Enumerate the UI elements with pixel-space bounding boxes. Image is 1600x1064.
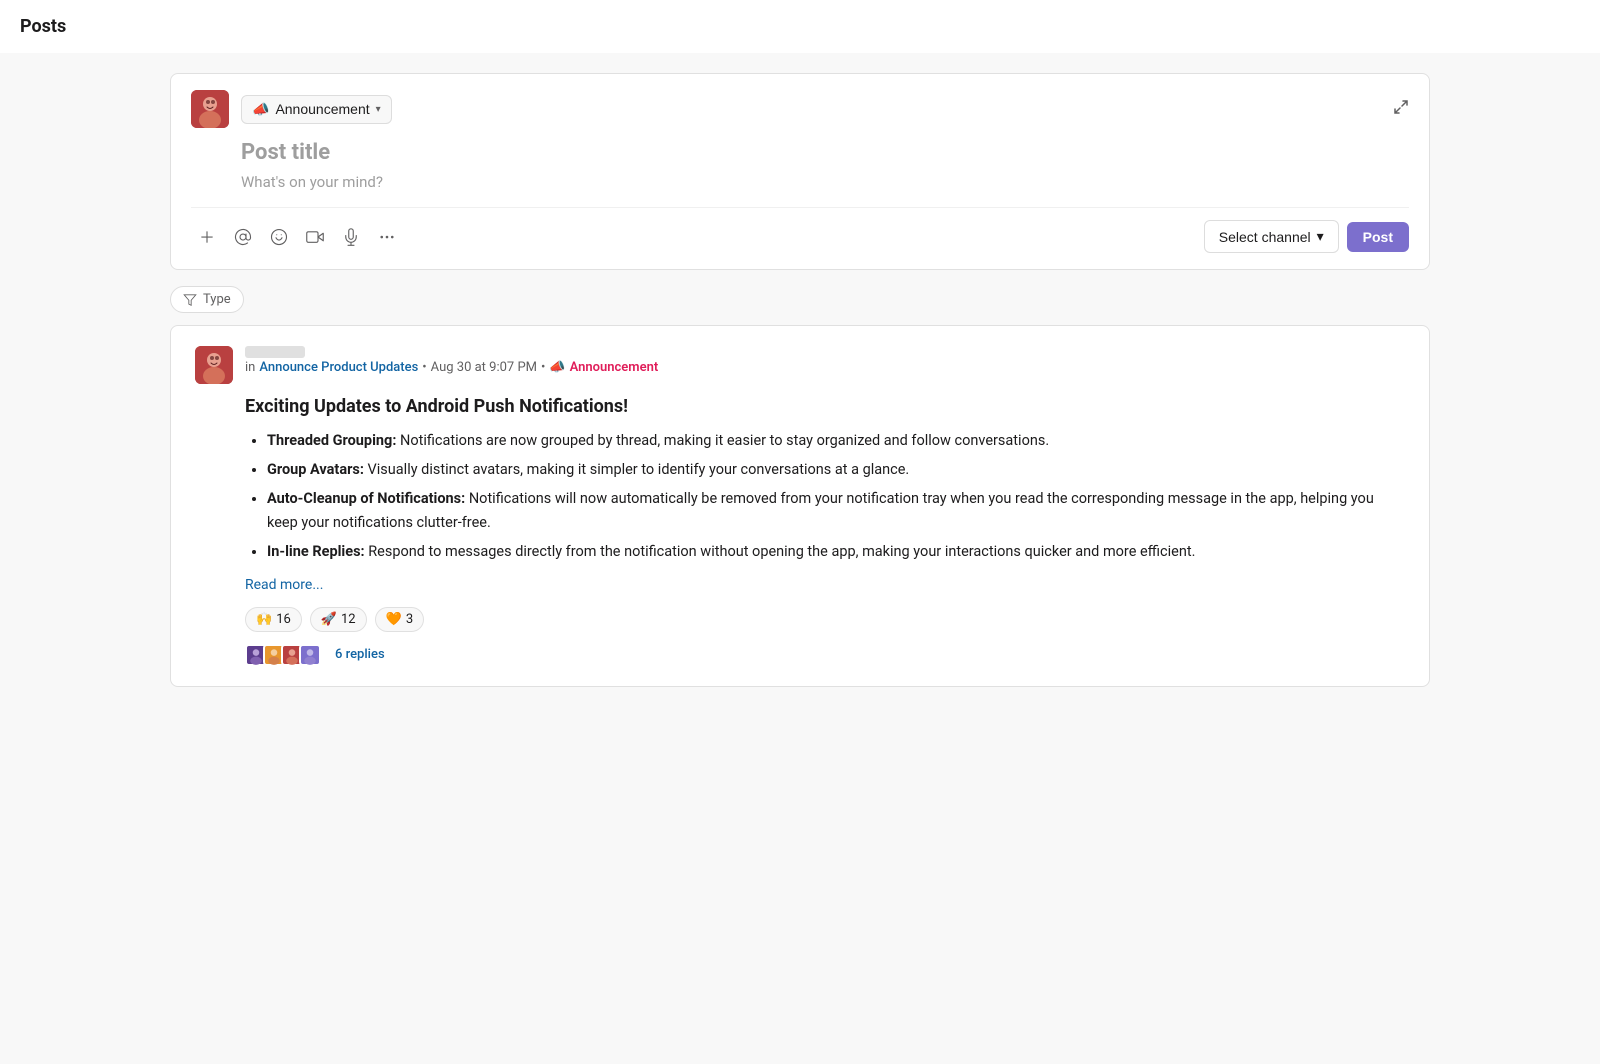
bullet-bold-2: Group Avatars:: [267, 461, 364, 478]
list-item: Group Avatars: Visually distinct avatars…: [267, 458, 1405, 481]
bullet-text-1: Notifications are now grouped by thread,…: [400, 432, 1049, 449]
page-title: Posts: [0, 0, 1600, 53]
bullet-bold-4: In-line Replies:: [267, 543, 365, 560]
channel-name: Announcement: [275, 101, 369, 117]
reply-avatars: [245, 644, 321, 666]
list-item: Threaded Grouping: Notifications are now…: [267, 429, 1405, 452]
bullet-bold-3: Auto-Cleanup of Notifications:: [267, 490, 465, 507]
post-type-emoji: 📣: [549, 360, 565, 375]
post-in-label: in: [245, 360, 255, 375]
post-separator: •: [422, 360, 426, 375]
replies-row[interactable]: 6 replies: [245, 644, 1405, 666]
bullet-text-2: Visually distinct avatars, making it sim…: [368, 461, 910, 478]
filter-row: Type: [170, 286, 1430, 313]
post-title-input[interactable]: Post title: [241, 140, 1409, 165]
more-icon[interactable]: [371, 221, 403, 253]
post-author-name: [245, 346, 305, 358]
post-card: in Announce Product Updates • Aug 30 at …: [170, 325, 1430, 687]
select-channel-label: Select channel: [1219, 229, 1311, 245]
select-channel-chevron-icon: ▾: [1317, 228, 1324, 245]
bullet-text-4: Respond to messages directly from the no…: [368, 543, 1195, 560]
post-body-input[interactable]: What's on your mind?: [241, 173, 1409, 191]
post-dot-separator: •: [541, 360, 545, 375]
reactions-row: 🙌 16 🚀 12 🧡 3: [245, 607, 1405, 632]
post-avatar: [195, 346, 233, 384]
compose-area: 📣 Announcement ▾ Post title What's on yo…: [170, 73, 1430, 270]
post-timestamp: Aug 30 at 9:07 PM: [431, 360, 537, 375]
channel-emoji: 📣: [252, 101, 269, 118]
compose-avatar: [191, 90, 229, 128]
reaction-pill-2[interactable]: 🚀 12: [310, 607, 367, 632]
reaction-pill-3[interactable]: 🧡 3: [375, 607, 425, 632]
reaction-count-1: 16: [276, 612, 291, 627]
channel-selector-button[interactable]: 📣 Announcement ▾: [241, 95, 392, 124]
reaction-count-3: 3: [406, 612, 413, 627]
read-more-link[interactable]: Read more...: [245, 577, 323, 593]
post-channel-link[interactable]: Announce Product Updates: [259, 360, 418, 375]
bullet-bold-1: Threaded Grouping:: [267, 432, 396, 449]
mention-icon[interactable]: [227, 221, 259, 253]
post-button[interactable]: Post: [1347, 222, 1409, 252]
reaction-pill-1[interactable]: 🙌 16: [245, 607, 302, 632]
post-headline: Exciting Updates to Android Push Notific…: [245, 396, 1405, 417]
video-icon[interactable]: [299, 221, 331, 253]
type-filter-label: Type: [203, 292, 231, 307]
filter-icon: [183, 293, 197, 307]
reaction-count-2: 12: [341, 612, 356, 627]
replies-count-label[interactable]: 6 replies: [335, 647, 385, 662]
select-channel-button[interactable]: Select channel ▾: [1204, 220, 1339, 253]
emoji-icon[interactable]: [263, 221, 295, 253]
add-icon[interactable]: [191, 221, 223, 253]
list-item: Auto-Cleanup of Notifications: Notificat…: [267, 487, 1405, 533]
type-filter-button[interactable]: Type: [170, 286, 244, 313]
reaction-emoji-2: 🚀: [321, 612, 337, 627]
post-bullets-list: Threaded Grouping: Notifications are now…: [245, 429, 1405, 563]
expand-icon[interactable]: [1393, 99, 1409, 119]
reply-avatar-4: [299, 644, 321, 666]
reaction-emoji-3: 🧡: [386, 612, 402, 627]
chevron-down-icon: ▾: [376, 104, 381, 115]
reaction-emoji-1: 🙌: [256, 612, 272, 627]
list-item: In-line Replies: Respond to messages dir…: [267, 540, 1405, 563]
microphone-icon[interactable]: [335, 221, 367, 253]
post-type-badge: Announcement: [570, 360, 659, 375]
